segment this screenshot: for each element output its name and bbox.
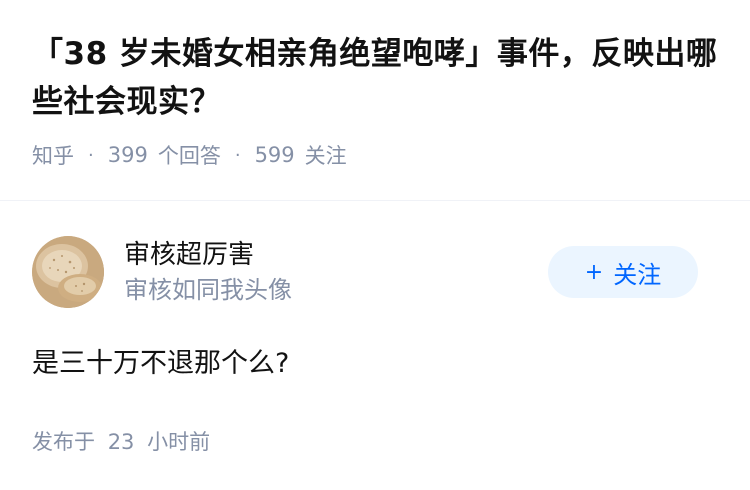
- answer-page: 「38 岁未婚女相亲角绝望咆哮」事件，反映出哪些社会现实？ 知乎 · 399 个…: [0, 0, 750, 490]
- flatbread-photo-icon: [32, 236, 104, 308]
- meta-separator: ·: [234, 144, 241, 166]
- time-prefix: 发布于: [32, 430, 95, 454]
- follow-button[interactable]: + 关注: [548, 246, 698, 298]
- answer-count-label: 个回答: [157, 144, 221, 168]
- follow-label: 关注: [613, 260, 662, 289]
- meta-separator: ·: [88, 144, 94, 166]
- source-label[interactable]: 知乎: [32, 140, 74, 170]
- author-bio: 审核如同我头像: [124, 276, 292, 304]
- answer-count: 399: [107, 143, 148, 167]
- section-divider: [0, 200, 750, 201]
- question-meta: 知乎 · 399 个回答 · 599 关注: [32, 140, 718, 170]
- time-suffix: 小时前: [147, 430, 211, 454]
- author-row: 审核超厉害 审核如同我头像 + 关注: [32, 236, 718, 308]
- answer-timestamp: 发布于 23 小时前: [32, 426, 718, 456]
- question-header: 「38 岁未婚女相亲角绝望咆哮」事件，反映出哪些社会现实？ 知乎 · 399 个…: [0, 0, 750, 170]
- answer-content[interactable]: 是三十万不退那个么?: [32, 344, 718, 384]
- follower-count-label: 关注: [304, 144, 347, 168]
- time-value: 23: [107, 430, 135, 454]
- author-info: 审核超厉害 审核如同我头像: [124, 238, 292, 306]
- follower-count: 599: [254, 143, 295, 167]
- answer-card: 审核超厉害 审核如同我头像 + 关注 是三十万不退那个么? 发布于 23 小时前: [0, 236, 750, 456]
- author-name[interactable]: 审核超厉害: [124, 238, 292, 272]
- plus-icon: +: [584, 259, 604, 285]
- avatar[interactable]: [32, 236, 104, 308]
- question-title[interactable]: 「38 岁未婚女相亲角绝望咆哮」事件，反映出哪些社会现实？: [32, 30, 718, 126]
